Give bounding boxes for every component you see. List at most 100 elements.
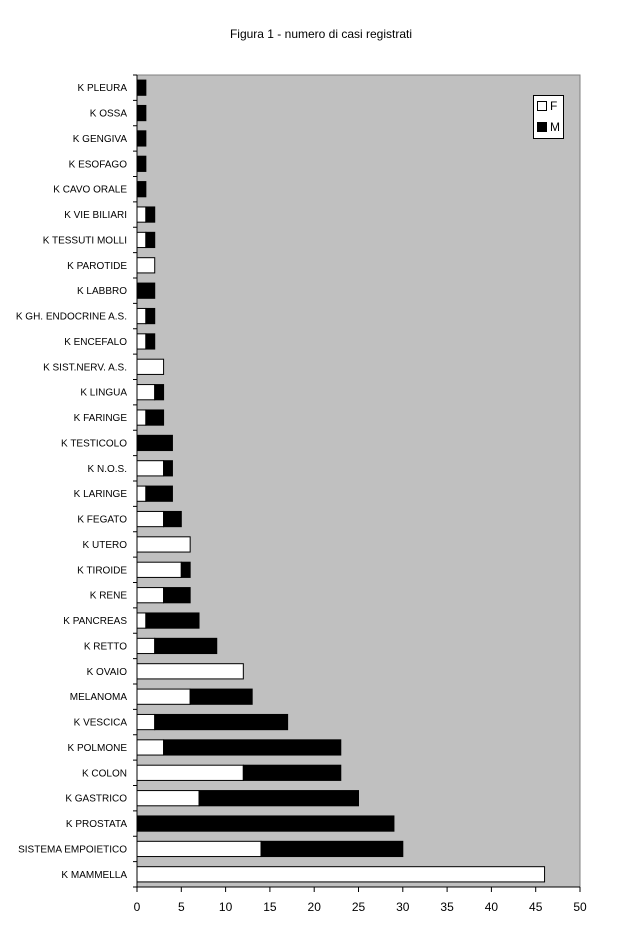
category-label: K TESTICOLO (61, 438, 127, 449)
bar-f (136, 587, 165, 604)
category-label: K OSSA (90, 109, 128, 120)
category-label: K VIE BILIARI (64, 210, 127, 221)
category-label: MELANOMA (70, 692, 128, 703)
bar-m (145, 206, 156, 223)
bar-f (136, 561, 182, 578)
x-tick-label: 40 (485, 900, 499, 914)
bar-m (145, 409, 165, 426)
category-label: K FEGATO (77, 515, 127, 526)
bar-m (163, 510, 182, 528)
legend: F M (533, 95, 564, 139)
bar-f (136, 358, 165, 375)
category-label: K TIROIDE (77, 565, 127, 576)
x-tick-label: 0 (134, 900, 141, 914)
category-label: K FARINGE (74, 413, 128, 424)
category-label: K N.O.S. (88, 464, 127, 475)
bar-f (136, 663, 244, 680)
category-label: K ESOFAGO (69, 159, 128, 170)
bar-f (136, 790, 200, 807)
bar-m (163, 739, 342, 756)
category-label: K TESSUTI MOLLI (43, 235, 127, 246)
category-label: K ENCEFALO (64, 337, 127, 348)
bar-f (136, 612, 147, 629)
category-label: K OVAIO (87, 667, 128, 678)
bar-m (145, 612, 200, 629)
bar-m (145, 485, 173, 502)
x-tick-label: 50 (573, 900, 587, 914)
category-label: K SIST.NERV. A.S. (43, 362, 127, 373)
bar-m (242, 764, 342, 781)
category-label: K GASTRICO (65, 794, 127, 805)
x-tick-label: 15 (263, 900, 277, 914)
x-tick-label: 20 (308, 900, 322, 914)
legend-item-f: F (537, 99, 557, 113)
bar-m (260, 840, 404, 858)
bar-f (136, 764, 244, 781)
category-label: K LABBRO (77, 286, 127, 297)
legend-label-m: M (550, 120, 560, 134)
category-label: K PLEURA (78, 83, 128, 94)
bar-chart: K PLEURA K OSSA K GENGIVA K ESOFAGO K CAVO O… (16, 74, 587, 914)
category-label: K PROSTATA (66, 819, 127, 830)
bar-m (163, 460, 173, 477)
bar-m (180, 561, 191, 578)
bar-m (163, 587, 191, 604)
category-label: K POLMONE (68, 743, 128, 754)
legend-item-m: M (537, 120, 560, 134)
bar-m (136, 104, 147, 122)
bar-f (136, 688, 191, 705)
bar-m (136, 130, 147, 147)
bar-m (145, 333, 156, 350)
bar-f (136, 866, 546, 883)
bar-f (136, 409, 147, 426)
category-label: K COLON (82, 768, 127, 779)
category-label: K LARINGE (74, 489, 128, 500)
legend-swatch-m (537, 122, 547, 132)
bar-m (136, 815, 395, 832)
category-label: K RETTO (84, 641, 127, 652)
category-label: K PAROTIDE (67, 261, 127, 272)
category-label: K PANCREAS (63, 616, 127, 627)
bar-m (189, 688, 253, 705)
bar-m (145, 307, 156, 325)
category-label: K MAMMELLA (61, 870, 127, 881)
x-tick-label: 5 (178, 900, 185, 914)
category-label: K CAVO ORALE (53, 185, 127, 196)
bar-m (136, 434, 173, 452)
category-label: SISTEMA EMPOIETICO (18, 844, 127, 855)
x-tick-label: 30 (396, 900, 410, 914)
bar-m (198, 790, 359, 807)
category-label: K GH. ENDOCRINE A.S. (16, 312, 127, 323)
bar-m (136, 282, 156, 299)
bar-f (136, 637, 156, 655)
bar-f (136, 257, 156, 274)
bar-f (136, 536, 191, 553)
x-tick-label: 10 (219, 900, 233, 914)
bar-f (136, 460, 165, 477)
bar-m (154, 384, 165, 401)
legend-swatch-f (537, 101, 547, 111)
legend-label-f: F (550, 99, 558, 113)
bar-m (145, 231, 156, 249)
category-label: K VESCICA (74, 718, 128, 729)
bar-f (136, 510, 165, 528)
bar-f (136, 206, 147, 223)
bar-m (136, 79, 147, 96)
bar-f (136, 333, 147, 350)
x-tick-label: 35 (440, 900, 454, 914)
bar-f (136, 384, 156, 401)
category-label: K GENGIVA (73, 134, 128, 145)
bar-f (136, 231, 147, 249)
bar-f (136, 307, 147, 325)
bar-f (136, 840, 262, 858)
bar-m (136, 155, 147, 172)
bar-f (136, 713, 156, 731)
bar-m (154, 637, 218, 655)
bar-f (136, 485, 147, 502)
category-label: K RENE (90, 591, 128, 602)
category-label: K LINGUA (80, 388, 127, 399)
x-tick-label: 25 (352, 900, 366, 914)
bar-m (136, 181, 147, 198)
bar-f (136, 739, 165, 756)
x-tick-label: 45 (529, 900, 543, 914)
